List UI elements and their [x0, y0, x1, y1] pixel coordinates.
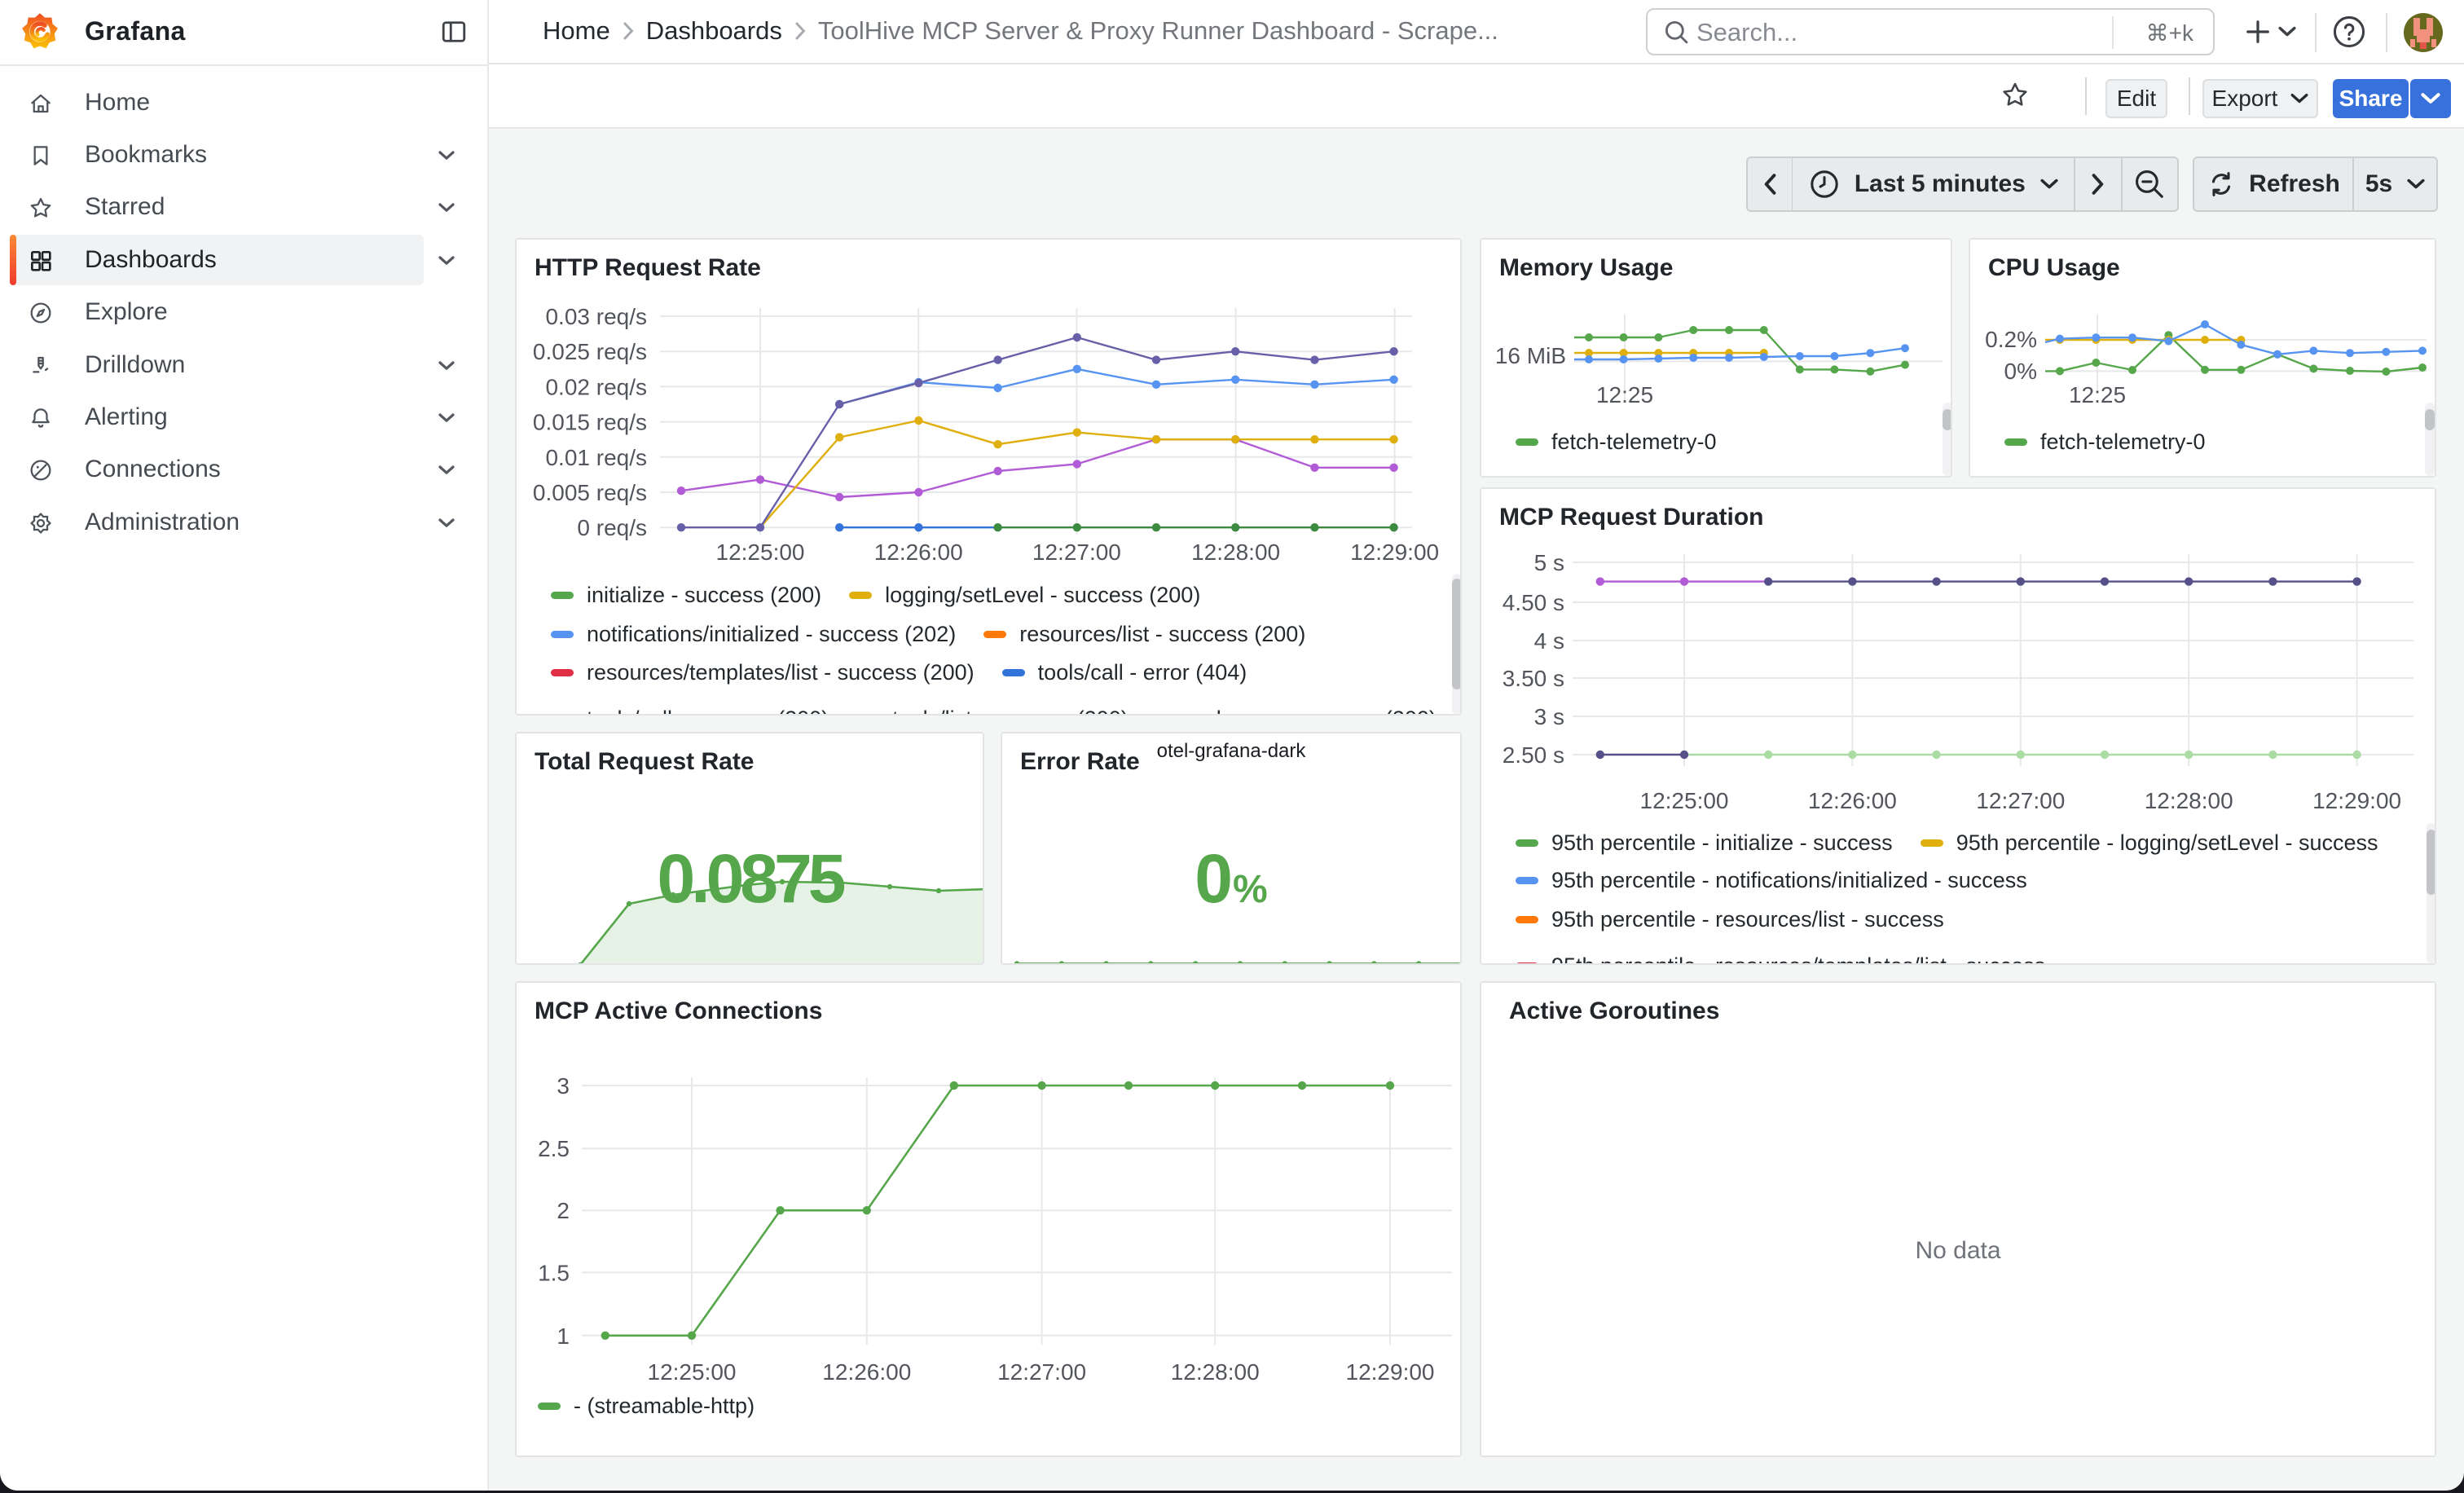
- svg-text:3 s: 3 s: [1534, 704, 1564, 729]
- svg-text:12:29:00: 12:29:00: [1350, 540, 1439, 565]
- svg-text:0.025 req/s: 0.025 req/s: [533, 339, 647, 364]
- svg-text:12:26:00: 12:26:00: [822, 1359, 911, 1385]
- svg-text:0.01 req/s: 0.01 req/s: [545, 445, 647, 470]
- svg-text:12:25:00: 12:25:00: [648, 1359, 737, 1385]
- svg-text:12:29:00: 12:29:00: [1346, 1359, 1435, 1385]
- svg-text:0.03 req/s: 0.03 req/s: [545, 304, 647, 329]
- svg-text:12:28:00: 12:28:00: [1171, 1359, 1260, 1385]
- svg-text:12:28:00: 12:28:00: [2145, 788, 2233, 813]
- svg-text:1.5: 1.5: [538, 1260, 570, 1285]
- svg-text:12:26:00: 12:26:00: [874, 540, 963, 565]
- svg-text:12:25: 12:25: [1596, 382, 1653, 407]
- svg-text:12:25:00: 12:25:00: [1640, 788, 1729, 813]
- svg-text:12:25: 12:25: [2069, 382, 2126, 407]
- svg-text:12:29:00: 12:29:00: [2312, 788, 2401, 813]
- svg-text:0.2%: 0.2%: [1985, 327, 2037, 352]
- svg-text:1: 1: [557, 1323, 570, 1349]
- svg-text:0.015 req/s: 0.015 req/s: [533, 410, 647, 435]
- svg-text:16 MiB: 16 MiB: [1495, 343, 1566, 368]
- svg-text:3: 3: [557, 1073, 570, 1099]
- svg-text:2.50 s: 2.50 s: [1503, 742, 1564, 768]
- svg-text:12:27:00: 12:27:00: [1032, 540, 1121, 565]
- svg-text:3.50 s: 3.50 s: [1503, 666, 1564, 691]
- svg-text:2.5: 2.5: [538, 1136, 570, 1161]
- svg-text:0%: 0%: [2004, 359, 2037, 384]
- svg-text:12:27:00: 12:27:00: [997, 1359, 1086, 1385]
- svg-text:12:27:00: 12:27:00: [1976, 788, 2065, 813]
- svg-text:0.02 req/s: 0.02 req/s: [545, 374, 647, 399]
- svg-text:2: 2: [557, 1198, 570, 1223]
- svg-text:0.005 req/s: 0.005 req/s: [533, 480, 647, 505]
- svg-text:4 s: 4 s: [1534, 628, 1564, 654]
- svg-text:4.50 s: 4.50 s: [1503, 590, 1564, 615]
- svg-text:12:25:00: 12:25:00: [716, 540, 805, 565]
- svg-text:12:28:00: 12:28:00: [1191, 540, 1280, 565]
- svg-text:0 req/s: 0 req/s: [577, 515, 647, 540]
- svg-text:12:26:00: 12:26:00: [1808, 788, 1897, 813]
- svg-text:5 s: 5 s: [1534, 550, 1564, 575]
